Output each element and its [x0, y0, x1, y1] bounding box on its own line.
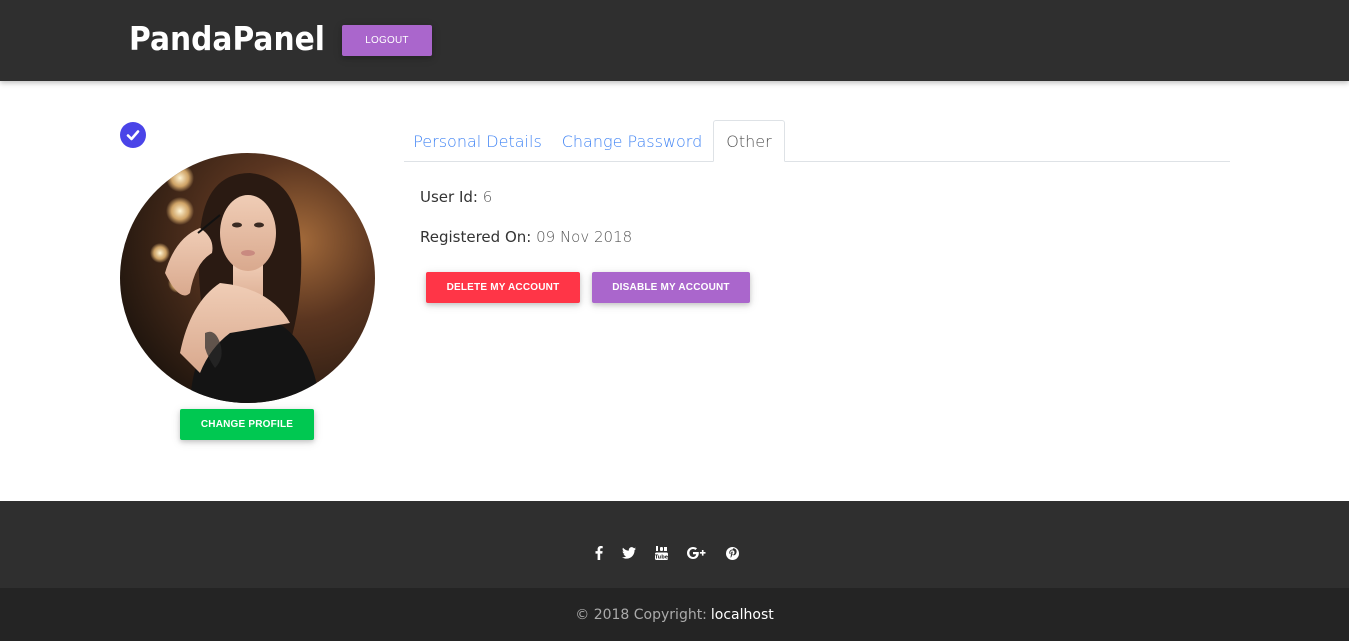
user-id-label: User Id: [420, 188, 478, 206]
tab-change-password[interactable]: Change Password [554, 120, 710, 162]
registered-on-row: Registered On: 09 Nov 2018 [420, 228, 632, 246]
delete-account-button[interactable]: DELETE MY ACCOUNT [426, 272, 580, 303]
pinterest-icon[interactable] [725, 545, 739, 561]
top-navbar: PandaPanel LOGOUT [0, 0, 1349, 81]
check-circle-icon [120, 122, 146, 148]
tab-personal-details[interactable]: Personal Details [404, 120, 551, 162]
profile-tabs: Personal Details Change Password Other [404, 120, 1230, 162]
tab-other[interactable]: Other [713, 120, 785, 162]
user-id-value: 6 [482, 188, 493, 206]
twitter-icon[interactable] [621, 545, 637, 561]
logout-button[interactable]: LOGOUT [342, 25, 432, 56]
brand-logo[interactable]: PandaPanel [129, 19, 325, 58]
footer [0, 501, 1349, 588]
facebook-icon[interactable] [593, 545, 605, 561]
user-id-row: User Id: 6 [420, 188, 492, 206]
copyright-link[interactable]: localhost [711, 607, 774, 623]
youtube-icon[interactable]: Tube [654, 545, 669, 561]
google-plus-icon[interactable] [686, 545, 707, 561]
change-profile-button[interactable]: CHANGE PROFILE [180, 409, 314, 440]
copyright-bar: © 2018 Copyright: localhost [0, 588, 1349, 641]
disable-account-button[interactable]: DISABLE MY ACCOUNT [592, 272, 750, 303]
avatar [120, 153, 375, 403]
registered-on-label: Registered On: [420, 228, 532, 246]
registered-on-value: 09 Nov 2018 [536, 228, 633, 246]
copyright-text: © 2018 Copyright: [575, 606, 707, 623]
svg-text:Tube: Tube [655, 555, 668, 560]
